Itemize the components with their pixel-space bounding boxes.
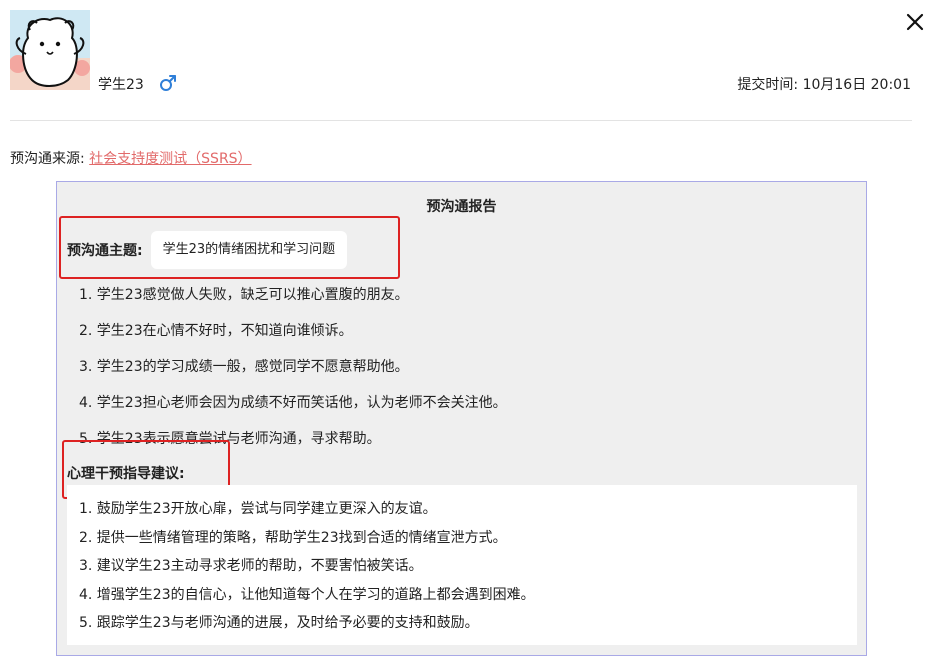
- header-divider: [10, 120, 912, 121]
- advice-list: 1. 鼓励学生23开放心扉，尝试与同学建立更深入的友谊。 2. 提供一些情绪管理…: [79, 498, 857, 641]
- male-icon: [159, 74, 177, 92]
- issue-item: 2. 学生23在心情不好时，不知道向谁倾诉。: [79, 323, 353, 339]
- topic-row: 预沟通主题: 学生23的情绪困扰和学习问题: [67, 231, 348, 269]
- close-icon: [906, 13, 924, 31]
- issue-item: 3. 学生23的学习成绩一般，感觉同学不愿意帮助他。: [79, 359, 409, 375]
- source-label: 预沟通来源:: [10, 151, 90, 167]
- source-row: 预沟通来源: 社会支持度测试（SSRS）: [10, 148, 252, 168]
- issue-item: 5. 学生23表示愿意尝试与老师沟通，寻求帮助。: [79, 431, 381, 447]
- advice-label: 心理干预指导建议:: [67, 466, 185, 482]
- source-link[interactable]: 社会支持度测试（SSRS）: [89, 151, 251, 167]
- avatar: [10, 10, 90, 90]
- report-card: 预沟通报告 预沟通主题: 学生23的情绪困扰和学习问题 1. 学生23感觉做人失…: [56, 181, 867, 656]
- topic-label: 预沟通主题:: [67, 243, 143, 259]
- advice-item: 1. 鼓励学生23开放心扉，尝试与同学建立更深入的友谊。: [79, 501, 437, 517]
- bear-avatar-icon: [10, 10, 90, 90]
- issue-list: 1. 学生23感觉做人失败，缺乏可以推心置腹的朋友。 2. 学生23在心情不好时…: [79, 284, 507, 464]
- advice-item: 5. 跟踪学生23与老师沟通的进展，及时给予必要的支持和鼓励。: [79, 615, 479, 631]
- issue-item: 4. 学生23担心老师会因为成绩不好而笑话他，认为老师不会关注他。: [79, 395, 507, 411]
- advice-item: 4. 增强学生23的自信心，让他知道每个人在学习的道路上都会遇到困难。: [79, 586, 535, 603]
- issue-item: 1. 学生23感觉做人失败，缺乏可以推心置腹的朋友。: [79, 287, 409, 303]
- report-title: 预沟通报告: [426, 199, 497, 215]
- advice-item: 2. 提供一些情绪管理的策略，帮助学生23找到合适的情绪宣泄方式。: [79, 529, 507, 546]
- advice-item: 3. 建议学生23主动寻求老师的帮助，不要害怕被笑话。: [79, 558, 423, 574]
- topic-value: 学生23的情绪困扰和学习问题: [150, 231, 348, 269]
- submit-time: 提交时间: 10月16日 20:01: [737, 77, 911, 93]
- close-button[interactable]: [903, 10, 927, 34]
- student-name: 学生23: [98, 77, 144, 93]
- advice-box: 1. 鼓励学生23开放心扉，尝试与同学建立更深入的友谊。 2. 提供一些情绪管理…: [67, 485, 857, 645]
